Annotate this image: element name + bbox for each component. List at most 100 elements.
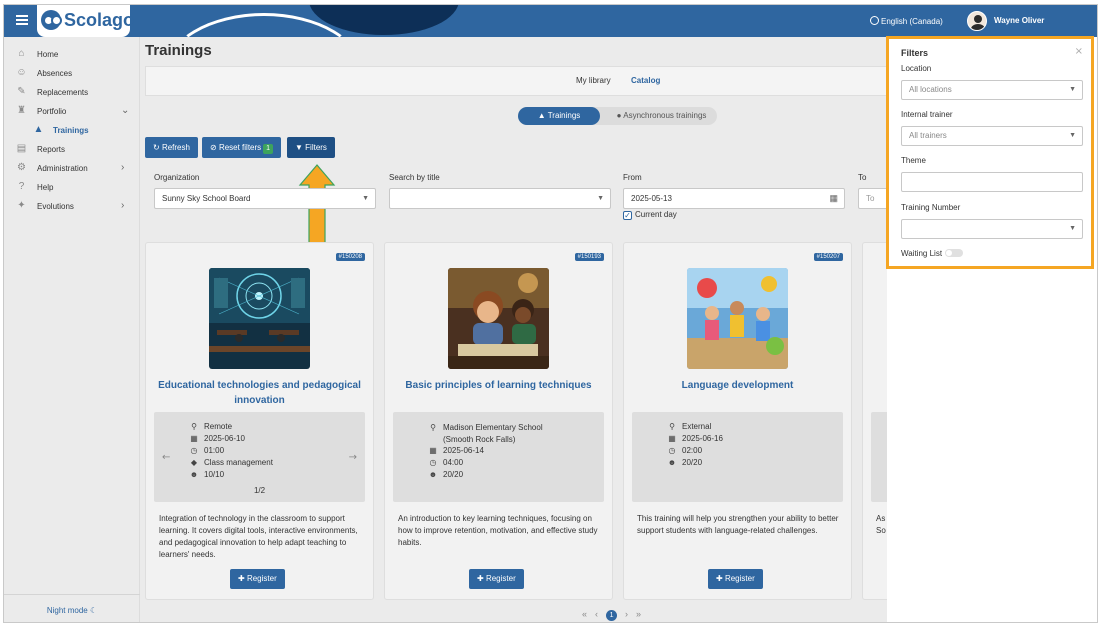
organization-label: Organization <box>154 173 200 182</box>
filter-icon: ▼ <box>295 143 303 152</box>
clock-icon: ◷ <box>668 446 676 455</box>
register-label: Register <box>246 574 277 583</box>
moon-icon: ☾ <box>89 606 98 615</box>
date-value: 2025-06-16 <box>682 434 723 443</box>
register-button[interactable]: ✚ Register <box>708 569 763 589</box>
organization-select[interactable]: Sunny Sky School Board ▼ <box>154 188 376 209</box>
search-label: Search by title <box>389 173 440 182</box>
search-title-select[interactable]: ▼ <box>389 188 611 209</box>
graduation-cap-icon: ▲ <box>537 111 546 120</box>
chevron-down-icon: ⌄ <box>121 105 130 116</box>
sidebar-item-label: Absences <box>37 69 73 78</box>
add-user-icon: ✚ <box>238 574 245 583</box>
seats-row: ☻ 20/20 <box>427 470 463 479</box>
from-date-input[interactable]: 2025-05-13 ▦ <box>623 188 845 209</box>
sidebar-item-reports[interactable]: ▤ Reports <box>4 142 140 160</box>
from-label: From <box>623 173 642 182</box>
add-user-icon: ✚ <box>716 574 723 583</box>
reset-filters-button[interactable]: ⊘ Reset filters 1 <box>202 137 282 158</box>
sidebar-item-absences[interactable]: ☺ Absences <box>4 66 140 84</box>
checkbox-checked-icon: ✓ <box>623 211 632 220</box>
caret-down-icon: ▼ <box>597 195 604 202</box>
menu-icon[interactable] <box>16 15 28 25</box>
tab-my-library[interactable]: My library <box>576 76 611 85</box>
sidebar-item-help[interactable]: ? Help <box>4 180 140 198</box>
location-value: Remote <box>204 422 233 431</box>
sidebar-item-replacements[interactable]: ✎ Replacements <box>4 85 140 103</box>
toggle-asynchronous[interactable]: ● Asynchronous trainings <box>606 107 717 125</box>
evolutions-icon: ✦ <box>17 200 26 211</box>
prev-page-icon[interactable]: ‹ <box>595 609 598 619</box>
training-description: Integration of technology in the classro… <box>159 514 358 559</box>
reset-count-badge: 1 <box>263 144 274 154</box>
avatar[interactable] <box>967 11 987 31</box>
register-button[interactable]: ✚ Register <box>469 569 524 589</box>
duration-row: ◷ 04:00 <box>427 458 464 467</box>
night-mode-toggle[interactable]: Night mode ☾ <box>4 594 140 622</box>
language-selector[interactable]: English (Canada) <box>870 16 943 26</box>
current-page[interactable]: 1 <box>606 610 618 621</box>
calendar-icon: ▦ <box>429 446 437 455</box>
sidebar-item-trainings[interactable]: ▲ Trainings <box>4 123 140 141</box>
help-icon: ? <box>18 181 25 192</box>
sidebar-item-home[interactable]: ⌂ Home <box>4 47 140 65</box>
owl-logo-icon <box>41 10 62 30</box>
duration-row: ◷ 02:00 <box>666 446 703 455</box>
arrow-right-icon[interactable]: → <box>349 452 357 463</box>
waiting-list-toggle[interactable] <box>945 249 964 257</box>
training-title[interactable]: Language development <box>632 378 843 393</box>
users-icon: ☻ <box>667 458 677 467</box>
calendar-icon: ▦ <box>668 434 676 443</box>
current-day-checkbox[interactable]: ✓ Current day <box>623 210 677 220</box>
toggle-trainings-label: Trainings <box>547 111 581 120</box>
training-number-select[interactable]: ▼ <box>901 219 1083 239</box>
register-button[interactable]: ✚ Register <box>230 569 285 589</box>
toggle-trainings[interactable]: ▲ Trainings <box>518 107 600 125</box>
trainer-select[interactable]: All trainers ▼ <box>901 126 1083 146</box>
map-pin-icon: ⚲ <box>430 423 436 432</box>
absences-icon: ☺ <box>16 67 27 78</box>
users-icon: ☻ <box>428 470 438 479</box>
category-row: ◆ Class management <box>188 458 273 467</box>
first-page-icon[interactable]: « <box>582 609 587 619</box>
last-page-icon[interactable]: » <box>636 609 641 619</box>
user-name[interactable]: Wayne Oliver <box>994 16 1044 25</box>
duration-value: 02:00 <box>682 446 703 455</box>
chevron-right-icon: › <box>121 162 125 173</box>
training-title[interactable]: Basic principles of learning techniques <box>393 378 604 393</box>
filters-button[interactable]: ▼ Filters <box>287 137 335 158</box>
tag-icon: ◆ <box>190 458 198 467</box>
sidebar-item-evolutions[interactable]: ✦ Evolutions › <box>4 199 140 217</box>
training-number-badge: #150193 <box>574 253 604 261</box>
arrow-left-icon[interactable]: ← <box>162 452 170 463</box>
waiting-list-label: Waiting List <box>901 249 943 258</box>
graduation-cap-icon: ▲ <box>33 124 44 135</box>
refresh-button[interactable]: ↻ Refresh <box>145 137 198 158</box>
location-row: ⚲ Remote <box>188 422 232 431</box>
sidebar-item-administration[interactable]: ⚙ Administration › <box>4 161 140 179</box>
caret-down-icon: ▼ <box>1069 86 1076 93</box>
training-image <box>209 268 310 369</box>
training-number-badge: #150207 <box>813 253 843 261</box>
category-value: Class management <box>204 458 273 467</box>
refresh-icon: ↻ <box>153 143 160 152</box>
logo[interactable]: Scolago <box>37 5 134 37</box>
training-title[interactable]: Educational technologies and pedagogical… <box>154 378 365 408</box>
training-description: An introduction to key learning techniqu… <box>398 514 598 547</box>
refresh-label: Refresh <box>161 143 190 152</box>
map-pin-icon: ⚲ <box>669 422 675 431</box>
theme-input[interactable] <box>901 172 1083 192</box>
session-pager: 1/2 <box>253 486 266 495</box>
sidebar-item-portfolio[interactable]: ♜ Portfolio ⌄ <box>4 104 140 122</box>
next-page-icon[interactable]: › <box>625 609 628 619</box>
seats-row: ☻ 20/20 <box>666 458 702 467</box>
sidebar-item-label: Reports <box>37 145 66 154</box>
map-pin-icon: ⚲ <box>191 422 197 431</box>
location-select[interactable]: All locations ▼ <box>901 80 1083 100</box>
close-icon[interactable]: × <box>1075 46 1083 57</box>
theme-label: Theme <box>901 156 926 165</box>
filters-label: Filters <box>305 143 327 152</box>
sidebar-item-label: Portfolio <box>37 107 67 116</box>
trophy-icon: ♜ <box>17 105 26 116</box>
tab-catalog[interactable]: Catalog <box>631 76 660 85</box>
